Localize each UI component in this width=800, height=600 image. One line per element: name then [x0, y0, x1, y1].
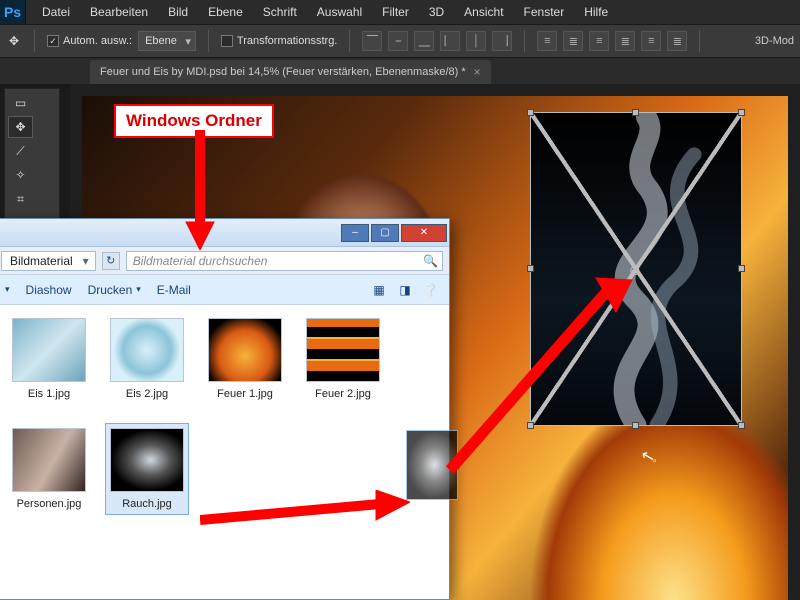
- preview-pane-icon[interactable]: ◨: [397, 282, 413, 298]
- minimize-button[interactable]: –: [341, 224, 369, 242]
- transform-handle[interactable]: [738, 265, 745, 272]
- file-thumbnail: [110, 428, 184, 492]
- explorer-titlebar[interactable]: – ▢ ✕: [0, 219, 449, 247]
- ps-logo: Ps: [0, 0, 26, 24]
- distribute-6-icon[interactable]: ≣: [667, 31, 687, 51]
- align-right-icon[interactable]: ⎹: [492, 31, 512, 51]
- file-item[interactable]: Personen.jpg: [7, 423, 91, 515]
- file-thumbnail: [306, 318, 380, 382]
- distribute-3-icon[interactable]: ≡: [589, 31, 609, 51]
- print-button[interactable]: Drucken▾: [88, 283, 141, 297]
- annotation-arrow-down-icon: [180, 130, 220, 250]
- explorer-addressbar: Bildmaterial ↻ Bildmaterial durchsuchen …: [0, 247, 449, 275]
- file-thumbnail: [12, 428, 86, 492]
- annotation-arrow-right-icon: [200, 490, 410, 540]
- distribute-5-icon[interactable]: ≡: [641, 31, 661, 51]
- align-vmid-icon[interactable]: ⎯: [388, 31, 408, 51]
- file-thumbnail: [110, 318, 184, 382]
- document-tab[interactable]: Feuer und Eis by MDI.psd bei 14,5% (Feue…: [90, 60, 491, 84]
- explorer-toolbar: ▾ Diashow Drucken▾ E-Mail ▦ ◨ ❔: [0, 275, 449, 305]
- menu-type[interactable]: Schrift: [253, 0, 307, 24]
- checkbox-checked-icon: ✓: [47, 35, 59, 47]
- file-name: Eis 2.jpg: [126, 388, 168, 400]
- search-placeholder: Bildmaterial durchsuchen: [133, 254, 268, 268]
- move-tool-icon[interactable]: ✥: [8, 116, 33, 138]
- transform-handle[interactable]: [632, 109, 639, 116]
- menu-window[interactable]: Fenster: [514, 0, 575, 24]
- help-icon[interactable]: ❔: [423, 282, 439, 298]
- close-tab-icon[interactable]: ×: [474, 65, 481, 79]
- breadcrumb[interactable]: Bildmaterial: [1, 251, 96, 271]
- explorer-window[interactable]: – ▢ ✕ Bildmaterial ↻ Bildmaterial durchs…: [0, 218, 450, 600]
- explorer-file-grid[interactable]: Eis 1.jpg Eis 2.jpg Feuer 1.jpg Feuer 2.…: [0, 305, 449, 599]
- 3d-mode-label[interactable]: 3D-Mod: [755, 35, 794, 47]
- menu-filter[interactable]: Filter: [372, 0, 419, 24]
- distribute-1-icon[interactable]: ≡: [537, 31, 557, 51]
- distribute-4-icon[interactable]: ≣: [615, 31, 635, 51]
- organise-menu[interactable]: ▾: [5, 284, 10, 295]
- align-bottom-icon[interactable]: ⎽: [414, 31, 434, 51]
- refresh-icon: ↻: [106, 254, 115, 267]
- file-thumbnail: [12, 318, 86, 382]
- transform-controls-label: Transformationsstrg.: [237, 35, 337, 47]
- file-name: Feuer 1.jpg: [217, 388, 273, 400]
- menu-file[interactable]: Datei: [32, 0, 80, 24]
- move-tool-icon: ✥: [6, 33, 22, 49]
- menu-select[interactable]: Auswahl: [307, 0, 372, 24]
- file-name: Feuer 2.jpg: [315, 388, 371, 400]
- align-hmid-icon[interactable]: │: [466, 31, 486, 51]
- email-button[interactable]: E-Mail: [157, 283, 191, 297]
- file-thumbnail: [208, 318, 282, 382]
- align-left-icon[interactable]: ⎸: [440, 31, 460, 51]
- align-top-icon[interactable]: ⎺: [362, 31, 382, 51]
- menu-edit[interactable]: Bearbeiten: [80, 0, 158, 24]
- refresh-button[interactable]: ↻: [102, 252, 120, 270]
- file-item[interactable]: Feuer 2.jpg: [301, 313, 385, 405]
- lasso-tool-icon[interactable]: ⟋: [8, 140, 33, 162]
- auto-select-mode[interactable]: Ebene: [138, 31, 196, 51]
- ps-menubar: Ps Datei Bearbeiten Bild Ebene Schrift A…: [0, 0, 800, 24]
- view-options-icon[interactable]: ▦: [371, 282, 387, 298]
- file-item-selected[interactable]: Rauch.jpg: [105, 423, 189, 515]
- ps-options-bar: ✥ ✓ Autom. ausw.: Ebene Transformationss…: [0, 24, 800, 58]
- menu-view[interactable]: Ansicht: [454, 0, 513, 24]
- slideshow-button[interactable]: Diashow: [26, 283, 72, 297]
- close-button[interactable]: ✕: [401, 224, 447, 242]
- crop-tool-icon[interactable]: ⌗: [8, 188, 33, 210]
- annotation-arrow-diag-icon: [440, 260, 640, 480]
- search-input[interactable]: Bildmaterial durchsuchen 🔍: [126, 251, 443, 271]
- checkbox-icon: [221, 35, 233, 47]
- transform-controls-toggle[interactable]: Transformationsstrg.: [221, 35, 337, 47]
- file-name: Eis 1.jpg: [28, 388, 70, 400]
- maximize-button[interactable]: ▢: [371, 224, 399, 242]
- menu-3d[interactable]: 3D: [419, 0, 454, 24]
- transform-handle[interactable]: [738, 422, 745, 429]
- file-name: Personen.jpg: [17, 498, 82, 510]
- menu-help[interactable]: Hilfe: [574, 0, 618, 24]
- transform-handle[interactable]: [738, 109, 745, 116]
- menu-layer[interactable]: Ebene: [198, 0, 253, 24]
- rect-marquee-tool-icon[interactable]: ▭: [8, 92, 33, 114]
- document-tab-label: Feuer und Eis by MDI.psd bei 14,5% (Feue…: [100, 66, 466, 78]
- ps-document-tabs: Feuer und Eis by MDI.psd bei 14,5% (Feue…: [0, 58, 800, 84]
- magic-wand-tool-icon[interactable]: ✧: [8, 164, 33, 186]
- auto-select-toggle[interactable]: ✓ Autom. ausw.:: [47, 35, 132, 47]
- distribute-2-icon[interactable]: ≣: [563, 31, 583, 51]
- file-name: Rauch.jpg: [122, 498, 172, 510]
- file-item[interactable]: Eis 2.jpg: [105, 313, 189, 405]
- auto-select-label: Autom. ausw.:: [63, 35, 132, 47]
- menu-image[interactable]: Bild: [158, 0, 198, 24]
- file-item[interactable]: Eis 1.jpg: [7, 313, 91, 405]
- search-icon: 🔍: [423, 254, 438, 268]
- transform-handle[interactable]: [527, 109, 534, 116]
- file-item[interactable]: Feuer 1.jpg: [203, 313, 287, 405]
